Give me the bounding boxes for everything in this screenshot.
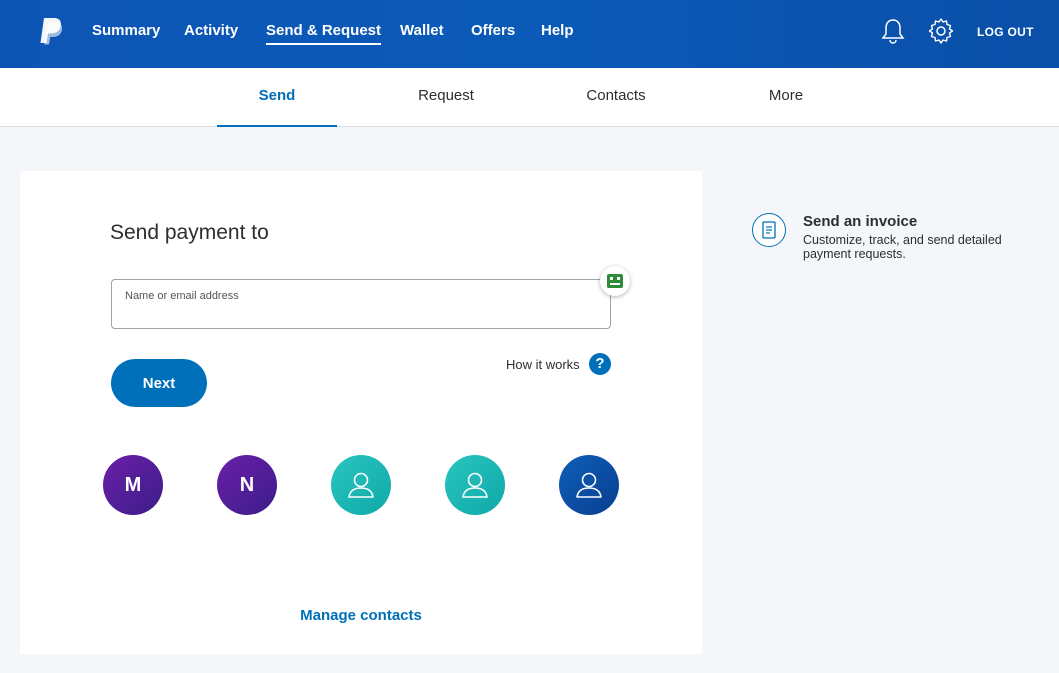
nav-send-request[interactable]: Send & Request — [266, 22, 382, 45]
settings-gear-icon[interactable] — [927, 17, 955, 45]
manage-contacts-link[interactable]: Manage contacts — [20, 607, 702, 624]
tab-contacts[interactable]: Contacts — [556, 68, 676, 126]
robot-face-icon — [607, 274, 623, 288]
page-title: Send payment to — [110, 221, 269, 244]
paypal-logo-icon[interactable] — [38, 17, 64, 45]
help-question-icon[interactable]: ? — [589, 353, 611, 375]
tab-more[interactable]: More — [726, 68, 846, 126]
next-button[interactable]: Next — [111, 359, 207, 407]
contact-avatar-3[interactable] — [331, 455, 391, 515]
nav-wallet[interactable]: Wallet — [400, 22, 444, 39]
logout-button[interactable]: LOG OUT — [977, 25, 1034, 39]
send-invoice-link[interactable]: Send an invoice — [803, 213, 917, 230]
contact-avatar-5[interactable] — [559, 455, 619, 515]
how-it-works-link[interactable]: How it works — [506, 357, 580, 372]
invoice-document-icon[interactable] — [752, 213, 786, 247]
autofill-extension-badge[interactable] — [600, 266, 630, 296]
top-navigation-bar: Summary Activity Send & Request Wallet O… — [0, 0, 1059, 68]
contact-avatar-2[interactable]: N — [217, 455, 277, 515]
send-payment-card: Send payment to Name or email address Ne… — [20, 171, 702, 654]
recipient-input-label: Name or email address — [125, 290, 239, 302]
nav-offers[interactable]: Offers — [471, 22, 515, 39]
notification-bell-icon[interactable] — [879, 17, 907, 45]
contact-initials: M — [124, 473, 142, 496]
nav-help[interactable]: Help — [541, 22, 574, 39]
contact-initials: N — [239, 473, 255, 496]
tab-send[interactable]: Send — [217, 68, 337, 127]
recipient-input-wrapper[interactable]: Name or email address — [111, 279, 611, 329]
nav-activity[interactable]: Activity — [184, 22, 238, 39]
sub-navigation-bar: Send Request Contacts More — [0, 68, 1059, 127]
contact-avatar-4[interactable] — [445, 455, 505, 515]
tab-request[interactable]: Request — [386, 68, 506, 126]
contact-avatar-1[interactable]: M — [103, 455, 163, 515]
person-icon — [348, 472, 374, 498]
nav-summary[interactable]: Summary — [92, 22, 160, 39]
person-icon — [576, 472, 602, 498]
document-icon — [762, 221, 776, 239]
recipient-input[interactable] — [125, 304, 599, 324]
send-invoice-description: Customize, track, and send detailed paym… — [803, 233, 1002, 261]
person-icon — [462, 472, 488, 498]
